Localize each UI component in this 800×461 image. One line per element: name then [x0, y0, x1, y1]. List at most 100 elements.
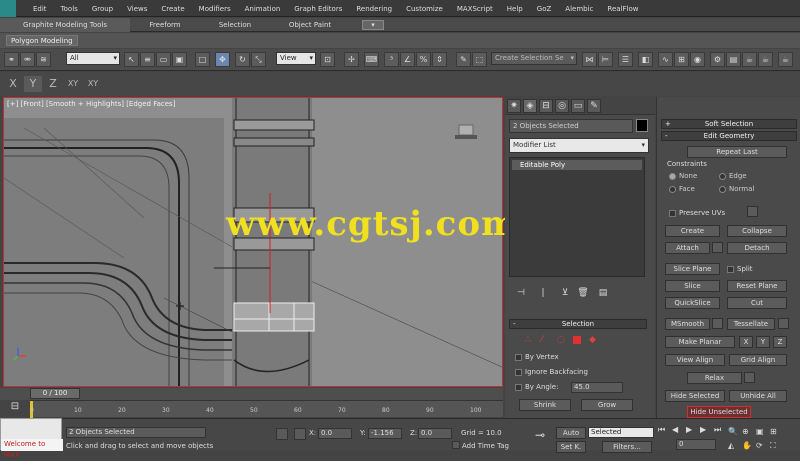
object-color-swatch[interactable] [636, 119, 648, 132]
zoom-icon[interactable]: 🔍 [728, 427, 738, 437]
object-name-field[interactable]: 2 Objects Selected [509, 119, 633, 133]
constraint-edge-radio[interactable]: Edge [719, 172, 747, 180]
angle-spinner[interactable]: 45.0 [571, 382, 623, 393]
reference-coordinate-dropdown[interactable]: View ▾ [276, 52, 316, 65]
menu-help[interactable]: Help [500, 5, 530, 13]
menu-goz[interactable]: GoZ [530, 5, 559, 13]
configure-modifier-sets-icon[interactable]: ▤ [597, 287, 609, 299]
soft-selection-rollout-header[interactable]: + Soft Selection [661, 119, 797, 129]
application-button[interactable] [0, 0, 16, 17]
tessellate-button[interactable]: Tessellate [727, 318, 775, 330]
menu-views[interactable]: Views [120, 5, 154, 13]
axis-plane-cycle-button[interactable]: XY [84, 76, 102, 92]
menu-animation[interactable]: Animation [238, 5, 288, 13]
layer-manager-icon[interactable]: ☰ [618, 52, 633, 67]
hierarchy-tab-icon[interactable]: ⊟ [539, 99, 553, 113]
teapot-render-icon[interactable]: ☕ [778, 52, 793, 67]
split-checkbox[interactable]: Split [727, 265, 753, 273]
hide-selected-button[interactable]: Hide Selected [665, 390, 725, 402]
menu-create[interactable]: Create [154, 5, 191, 13]
relax-button[interactable]: Relax [687, 372, 742, 384]
select-manipulate-icon[interactable]: ✢ [344, 52, 359, 67]
border-level-icon[interactable]: ◌ [557, 335, 565, 345]
menu-rendering[interactable]: Rendering [349, 5, 399, 13]
menu-graph-editors[interactable]: Graph Editors [287, 5, 349, 13]
select-by-name-icon[interactable]: ≡ [140, 52, 155, 67]
motion-tab-icon[interactable]: ◎ [555, 99, 569, 113]
collapse-button[interactable]: Collapse [727, 225, 787, 237]
grow-button[interactable]: Grow [581, 399, 633, 411]
set-key-button[interactable]: Set K. [556, 441, 586, 453]
tab-graphite-modeling-tools[interactable]: Graphite Modeling Tools [0, 18, 130, 32]
tab-object-paint[interactable]: Object Paint [270, 18, 350, 32]
menu-realflow[interactable]: RealFlow [600, 5, 645, 13]
selection-filter-dropdown[interactable]: All ▾ [66, 52, 120, 65]
modifier-list-dropdown[interactable]: Modifier List ▾ [509, 138, 649, 153]
menu-group[interactable]: Group [85, 5, 120, 13]
graphite-toggle-icon[interactable]: ◧ [638, 52, 653, 67]
edge-level-icon[interactable]: ⁄ [541, 335, 543, 345]
menu-tools[interactable]: Tools [54, 5, 85, 13]
viewport-label[interactable]: [+] [Front] [Smooth + Highlights] [Edged… [7, 100, 175, 108]
display-tab-icon[interactable]: ▭ [571, 99, 585, 113]
window-crossing-icon[interactable]: ▣ [172, 52, 187, 67]
align-icon[interactable]: ⊨ [598, 52, 613, 67]
mirror-icon[interactable]: ⋈ [582, 52, 597, 67]
attach-button[interactable]: Attach [665, 242, 710, 254]
zoom-all-icon[interactable]: ⊕ [742, 427, 752, 437]
constraint-normal-radio[interactable]: Normal [719, 185, 754, 193]
edit-geometry-rollout-header[interactable]: - Edit Geometry [661, 131, 797, 141]
select-and-scale-icon[interactable]: ⤡ [251, 52, 266, 67]
slice-plane-button[interactable]: Slice Plane [665, 263, 720, 275]
repeat-last-button[interactable]: Repeat Last [687, 146, 787, 158]
preserve-uvs-checkbox[interactable]: Preserve UVs [669, 209, 725, 217]
pin-stack-icon[interactable]: ⊣ [515, 287, 527, 299]
time-tag-icon[interactable] [452, 441, 460, 449]
zoom-extents-all-icon[interactable]: ⊞ [770, 427, 780, 437]
menu-edit[interactable]: Edit [26, 5, 54, 13]
polygon-level-icon[interactable] [573, 336, 581, 344]
modify-tab-icon[interactable]: ◈ [523, 99, 537, 113]
current-frame-field[interactable]: 0 [676, 439, 716, 450]
render-setup-icon[interactable]: ⚙ [710, 52, 725, 67]
select-and-move-icon[interactable]: ✥ [215, 52, 230, 67]
create-button[interactable]: Create [665, 225, 720, 237]
preserve-uvs-settings-icon[interactable] [747, 206, 758, 217]
planar-z-button[interactable]: Z [773, 336, 787, 348]
msmooth-button[interactable]: MSmooth [665, 318, 710, 330]
z-coord-field[interactable]: 0.0 [418, 428, 452, 439]
maxscript-listener[interactable]: Welcome to MAX [0, 418, 63, 459]
render-iterative-icon[interactable]: ☕ [758, 52, 773, 67]
maxscript-line[interactable]: Welcome to MAX [1, 439, 63, 459]
menu-modifiers[interactable]: Modifiers [192, 5, 238, 13]
polygon-modeling-panel[interactable]: Polygon Modeling [6, 35, 78, 46]
go-to-start-icon[interactable]: ⏮ [658, 425, 670, 435]
selection-rollout-header[interactable]: - Selection [509, 319, 647, 329]
menu-maxscript[interactable]: MAXScript [450, 5, 500, 13]
slice-button[interactable]: Slice [665, 280, 720, 292]
edit-named-selection-icon[interactable]: ✎ [456, 52, 471, 67]
by-vertex-checkbox[interactable]: By Vertex [515, 353, 559, 361]
keyboard-shortcut-icon[interactable]: ⌨ [364, 52, 379, 67]
next-frame-icon[interactable]: ▶ [700, 425, 712, 435]
snaps-toggle-icon[interactable]: ³ [384, 52, 399, 67]
axis-z-button[interactable]: Z [44, 76, 62, 92]
by-angle-checkbox[interactable]: By Angle: [515, 383, 558, 391]
go-to-end-icon[interactable]: ⏭ [714, 425, 726, 435]
axis-y-button[interactable]: Y [24, 76, 42, 92]
track-bar[interactable]: 0 10 20 30 40 50 60 70 80 90 100 [30, 400, 503, 418]
play-icon[interactable]: ▶ [686, 425, 698, 435]
link-icon[interactable]: ⚭ [4, 52, 19, 67]
tab-selection[interactable]: Selection [200, 18, 270, 32]
absolute-offset-toggle-icon[interactable] [294, 428, 306, 440]
menu-customize[interactable]: Customize [399, 5, 450, 13]
x-coord-field[interactable]: 0.0 [318, 428, 352, 439]
utilities-tab-icon[interactable]: ✎ [587, 99, 601, 113]
constraint-face-radio[interactable]: Face [669, 185, 695, 193]
select-and-rotate-icon[interactable]: ↻ [235, 52, 250, 67]
curve-editor-icon[interactable]: ∿ [658, 52, 673, 67]
axis-xy-button[interactable]: XY [64, 76, 82, 92]
rotate-region-icon[interactable]: □ [195, 52, 210, 67]
show-end-result-icon[interactable]: | [537, 287, 549, 299]
msmooth-settings-icon[interactable] [712, 318, 723, 329]
